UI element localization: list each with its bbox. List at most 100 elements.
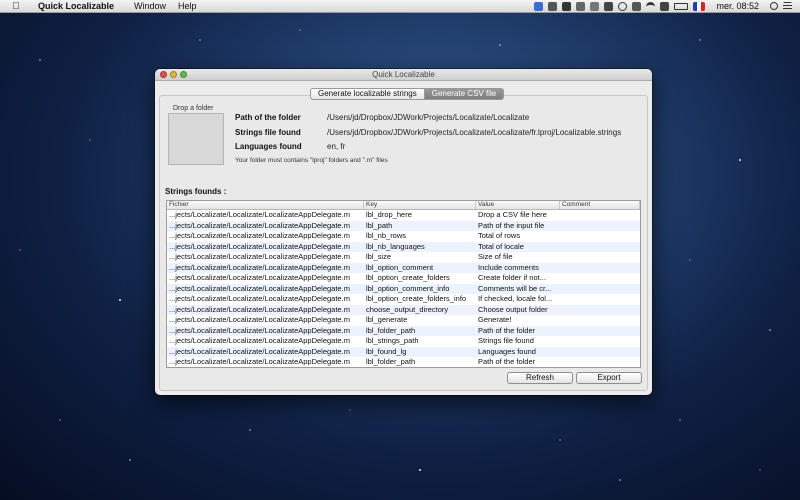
cell-key: lbl_option_create_folders [366, 273, 450, 282]
cell-key: lbl_folder_path [366, 325, 416, 335]
export-button[interactable]: Export [576, 372, 642, 384]
cell-key: lbl_option_create_folders_info [366, 294, 467, 303]
refresh-button[interactable]: Refresh [507, 372, 573, 384]
column-header-key[interactable]: Key [364, 201, 476, 209]
cell-comment [560, 326, 640, 337]
table-row[interactable]: ...jects/Localizate/Localizate/Localizat… [167, 304, 640, 315]
zoom-button[interactable] [180, 71, 187, 78]
spotlight-search-icon[interactable] [770, 2, 778, 10]
cell-fichier: ...jects/Localizate/Localizate/Localizat… [169, 346, 350, 356]
table-row[interactable]: ...jects/Localizate/Localizate/Localizat… [167, 315, 640, 326]
table-row[interactable]: ...jects/Localizate/Localizate/Localizat… [167, 357, 640, 367]
column-header-value[interactable]: Value [476, 201, 560, 209]
window-title: Quick Localizable [372, 70, 435, 79]
volume-icon[interactable] [660, 1, 670, 11]
cell-comment [560, 242, 640, 253]
cell-fichier: ...jects/Localizate/Localizate/Localizat… [169, 273, 350, 282]
cell-comment [560, 294, 640, 305]
drop-folder-label: Drop a folder [173, 105, 214, 112]
cell-key: lbl_option_comment_info [366, 283, 450, 293]
window-controls [160, 71, 187, 78]
input-flag-icon[interactable] [693, 1, 706, 11]
menu-app-name[interactable]: Quick Localizable [38, 1, 114, 11]
cell-fichier: ...jects/Localizate/Localizate/Localizat… [169, 315, 350, 324]
wifi-icon[interactable] [646, 1, 656, 11]
cell-fichier: ...jects/Localizate/Localizate/Localizat… [169, 357, 350, 366]
cell-comment [560, 347, 640, 358]
tab-generate-csv[interactable]: Generate CSV file [424, 88, 505, 100]
cell-key: lbl_path [366, 220, 393, 230]
cell-key: lbl_nb_languages [366, 241, 425, 251]
cell-comment [560, 336, 640, 347]
strings-table[interactable]: Fichier Key Value Comment ...jects/Local… [166, 200, 641, 368]
table-row[interactable]: ...jects/Localizate/Localizate/Localizat… [167, 262, 640, 274]
cell-value: Path of the folder [478, 357, 536, 366]
table-row[interactable]: ...jects/Localizate/Localizate/Localizat… [167, 241, 640, 253]
title-bar[interactable]: Quick Localizable [155, 69, 652, 81]
folder-hint: Your folder must contains "lproj" folder… [235, 157, 388, 164]
dropbox-icon[interactable] [534, 1, 544, 11]
time-machine-icon[interactable] [618, 1, 628, 11]
cell-comment [560, 263, 640, 274]
cell-value: Strings file found [478, 336, 534, 345]
cell-fichier: ...jects/Localizate/Localizate/Localizat… [169, 241, 350, 251]
bluetooth-icon[interactable] [604, 1, 614, 11]
cell-fichier: ...jects/Localizate/Localizate/Localizat… [169, 220, 350, 230]
table-row[interactable]: ...jects/Localizate/Localizate/Localizat… [167, 336, 640, 347]
cell-value: Path of the input file [478, 220, 545, 230]
pin-icon[interactable] [576, 1, 586, 11]
drop-folder-well[interactable] [168, 113, 224, 165]
column-header-comment[interactable]: Comment [560, 201, 640, 209]
table-row[interactable]: ...jects/Localizate/Localizate/Localizat… [167, 294, 640, 305]
apple-menu-icon[interactable]:  [10, 1, 22, 12]
cell-comment [560, 252, 640, 263]
cell-comment [560, 284, 640, 295]
table-row[interactable]: ...jects/Localizate/Localizate/Localizat… [167, 220, 640, 232]
close-button[interactable] [160, 71, 167, 78]
menu-bar:  Quick Localizable Window Help mer. 08:… [0, 0, 800, 13]
tab-generate-localizable[interactable]: Generate localizable strings [310, 88, 425, 100]
cell-fichier: ...jects/Localizate/Localizate/Localizat… [169, 336, 350, 345]
cell-value: Generate! [478, 315, 512, 324]
cell-comment [560, 315, 640, 326]
cell-comment [560, 273, 640, 284]
minimize-button[interactable] [170, 71, 177, 78]
strings-value: /Users/jd/Dropbox/JDWork/Projects/Locali… [327, 128, 622, 137]
app-status-icon[interactable] [562, 1, 572, 11]
cell-fichier: ...jects/Localizate/Localizate/Localizat… [169, 262, 350, 272]
table-row[interactable]: ...jects/Localizate/Localizate/Localizat… [167, 346, 640, 358]
monitor-icon[interactable] [590, 1, 600, 11]
cell-value: Comments will be cr... [478, 283, 552, 293]
menu-window[interactable]: Window [134, 1, 166, 11]
list-menu-icon[interactable] [783, 1, 792, 11]
bluetooth-b-icon[interactable] [632, 1, 642, 11]
table-row[interactable]: ...jects/Localizate/Localizate/Localizat… [167, 325, 640, 337]
cell-comment [560, 221, 640, 232]
strings-label: Strings file found [235, 128, 301, 137]
strings-section-title: Strings founds : [165, 187, 227, 196]
gear-status-icon[interactable] [548, 1, 558, 11]
battery-icon[interactable] [674, 2, 689, 10]
table-row[interactable]: ...jects/Localizate/Localizate/Localizat… [167, 231, 640, 242]
table-row[interactable]: ...jects/Localizate/Localizate/Localizat… [167, 210, 640, 221]
cell-key: lbl_folder_path [366, 357, 416, 366]
column-header-fichier[interactable]: Fichier [167, 201, 364, 209]
languages-label: Languages found [235, 142, 302, 151]
table-row[interactable]: ...jects/Localizate/Localizate/Localizat… [167, 283, 640, 295]
cell-key: choose_output_directory [366, 304, 449, 314]
table-row[interactable]: ...jects/Localizate/Localizate/Localizat… [167, 273, 640, 284]
cell-fichier: ...jects/Localizate/Localizate/Localizat… [169, 252, 350, 261]
menu-clock[interactable]: mer. 08:52 [716, 1, 759, 11]
table-body: ...jects/Localizate/Localizate/Localizat… [167, 210, 640, 367]
cell-key: lbl_size [366, 252, 392, 261]
cell-key: lbl_option_comment [366, 262, 434, 272]
cell-key: lbl_found_lg [366, 346, 407, 356]
cell-fichier: ...jects/Localizate/Localizate/Localizat… [169, 283, 350, 293]
cell-comment [560, 357, 640, 367]
strings-row: Strings file found /Users/jd/Dropbox/JDW… [235, 128, 621, 137]
cell-value: Drop a CSV file here [478, 210, 547, 219]
menu-help[interactable]: Help [178, 1, 197, 11]
cell-value: Total of rows [478, 231, 521, 240]
table-row[interactable]: ...jects/Localizate/Localizate/Localizat… [167, 252, 640, 263]
path-row: Path of the folder /Users/jd/Dropbox/JDW… [235, 113, 529, 122]
